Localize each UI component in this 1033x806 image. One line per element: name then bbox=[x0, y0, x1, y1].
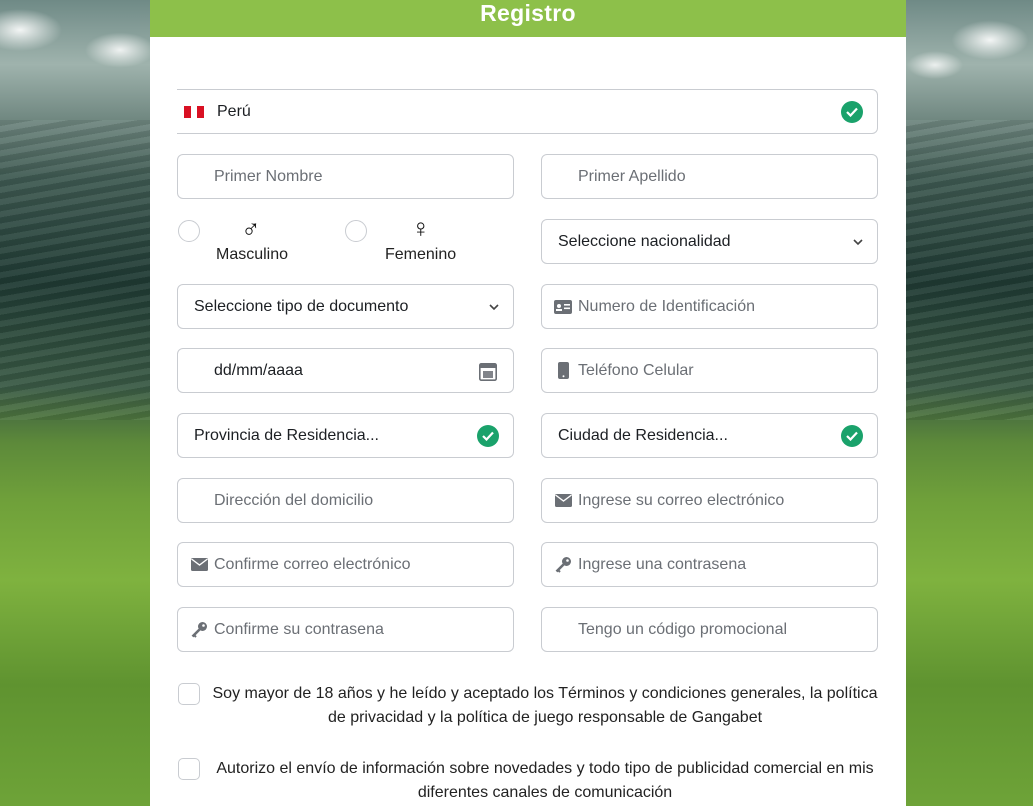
gender-female-label[interactable]: Femenino bbox=[385, 246, 456, 264]
promo-code-input[interactable]: Tengo un código promocional bbox=[541, 607, 878, 652]
check-circle-icon bbox=[841, 424, 863, 447]
phone-placeholder: Teléfono Celular bbox=[578, 361, 694, 379]
female-symbol-icon: ♀ bbox=[411, 213, 431, 243]
promo-code-placeholder: Tengo un código promocional bbox=[578, 620, 788, 638]
terms-line-2: de privacidad y la política de juego res… bbox=[327, 709, 763, 726]
envelope-icon bbox=[190, 556, 208, 574]
marketing-checkbox[interactable] bbox=[178, 758, 200, 780]
mobile-phone-icon bbox=[554, 362, 572, 380]
id-number-placeholder: Numero de Identificación bbox=[578, 297, 755, 315]
last-name-placeholder: Primer Apellido bbox=[578, 167, 686, 185]
page-title: Registro bbox=[150, 0, 906, 37]
province-value: Provincia de Residencia... bbox=[194, 426, 379, 444]
marketing-line-2: diferentes canales de comunicación bbox=[417, 784, 673, 801]
password-placeholder: Ingrese una contrasena bbox=[578, 555, 747, 573]
birthdate-placeholder: dd/mm/aaaa bbox=[214, 361, 303, 379]
calendar-icon[interactable] bbox=[479, 362, 497, 386]
chevron-down-icon bbox=[489, 303, 499, 310]
gender-male-label[interactable]: Masculino bbox=[216, 246, 288, 264]
first-name-placeholder: Primer Nombre bbox=[214, 167, 323, 185]
key-icon bbox=[554, 556, 572, 574]
email-placeholder: Ingrese su correo electrónico bbox=[578, 491, 785, 509]
envelope-icon bbox=[554, 492, 572, 510]
nationality-value: Seleccione nacionalidad bbox=[558, 232, 731, 250]
address-input[interactable]: Dirección del domicilio bbox=[177, 478, 514, 523]
id-card-icon bbox=[554, 298, 572, 316]
birthdate-input[interactable]: dd/mm/aaaa bbox=[177, 348, 514, 393]
phone-input[interactable]: Teléfono Celular bbox=[541, 348, 878, 393]
confirm-password-input[interactable]: Confirme su contrasena bbox=[177, 607, 514, 652]
first-name-input[interactable]: Primer Nombre bbox=[177, 154, 514, 199]
last-name-input[interactable]: Primer Apellido bbox=[541, 154, 878, 199]
gender-male-radio[interactable] bbox=[178, 220, 200, 242]
peru-flag-icon bbox=[184, 106, 205, 118]
registration-panel: Registro Perú Primer Nombre Primer Apell… bbox=[150, 0, 906, 806]
male-symbol-icon: ♂ bbox=[241, 213, 261, 243]
marketing-text: Autorizo el envío de información sobre n… bbox=[210, 757, 880, 805]
confirm-password-placeholder: Confirme su contrasena bbox=[214, 620, 384, 638]
marketing-line-1: Autorizo el envío de información sobre n… bbox=[216, 760, 874, 777]
terms-line-1: Soy mayor de 18 años y he leído y acepta… bbox=[212, 685, 878, 702]
stands-left bbox=[0, 120, 160, 420]
email-input[interactable]: Ingrese su correo electrónico bbox=[541, 478, 878, 523]
terms-text: Soy mayor de 18 años y he leído y acepta… bbox=[210, 682, 880, 730]
city-value: Ciudad de Residencia... bbox=[558, 426, 728, 444]
confirm-email-input[interactable]: Confirme correo electrónico bbox=[177, 542, 514, 587]
chevron-down-icon bbox=[853, 238, 863, 245]
check-circle-icon bbox=[841, 100, 863, 123]
password-input[interactable]: Ingrese una contrasena bbox=[541, 542, 878, 587]
document-type-value: Seleccione tipo de documento bbox=[194, 297, 409, 315]
id-number-input[interactable]: Numero de Identificación bbox=[541, 284, 878, 329]
check-circle-icon bbox=[477, 424, 499, 447]
nationality-select[interactable]: Seleccione nacionalidad bbox=[541, 219, 878, 264]
terms-checkbox[interactable] bbox=[178, 683, 200, 705]
confirm-email-placeholder: Confirme correo electrónico bbox=[214, 555, 411, 573]
province-select[interactable]: Provincia de Residencia... bbox=[177, 413, 514, 458]
gender-female-radio[interactable] bbox=[345, 220, 367, 242]
city-select[interactable]: Ciudad de Residencia... bbox=[541, 413, 878, 458]
key-icon bbox=[190, 621, 208, 639]
country-select[interactable]: Perú bbox=[177, 89, 878, 134]
country-value: Perú bbox=[217, 102, 251, 120]
document-type-select[interactable]: Seleccione tipo de documento bbox=[177, 284, 514, 329]
address-placeholder: Dirección del domicilio bbox=[214, 491, 374, 509]
